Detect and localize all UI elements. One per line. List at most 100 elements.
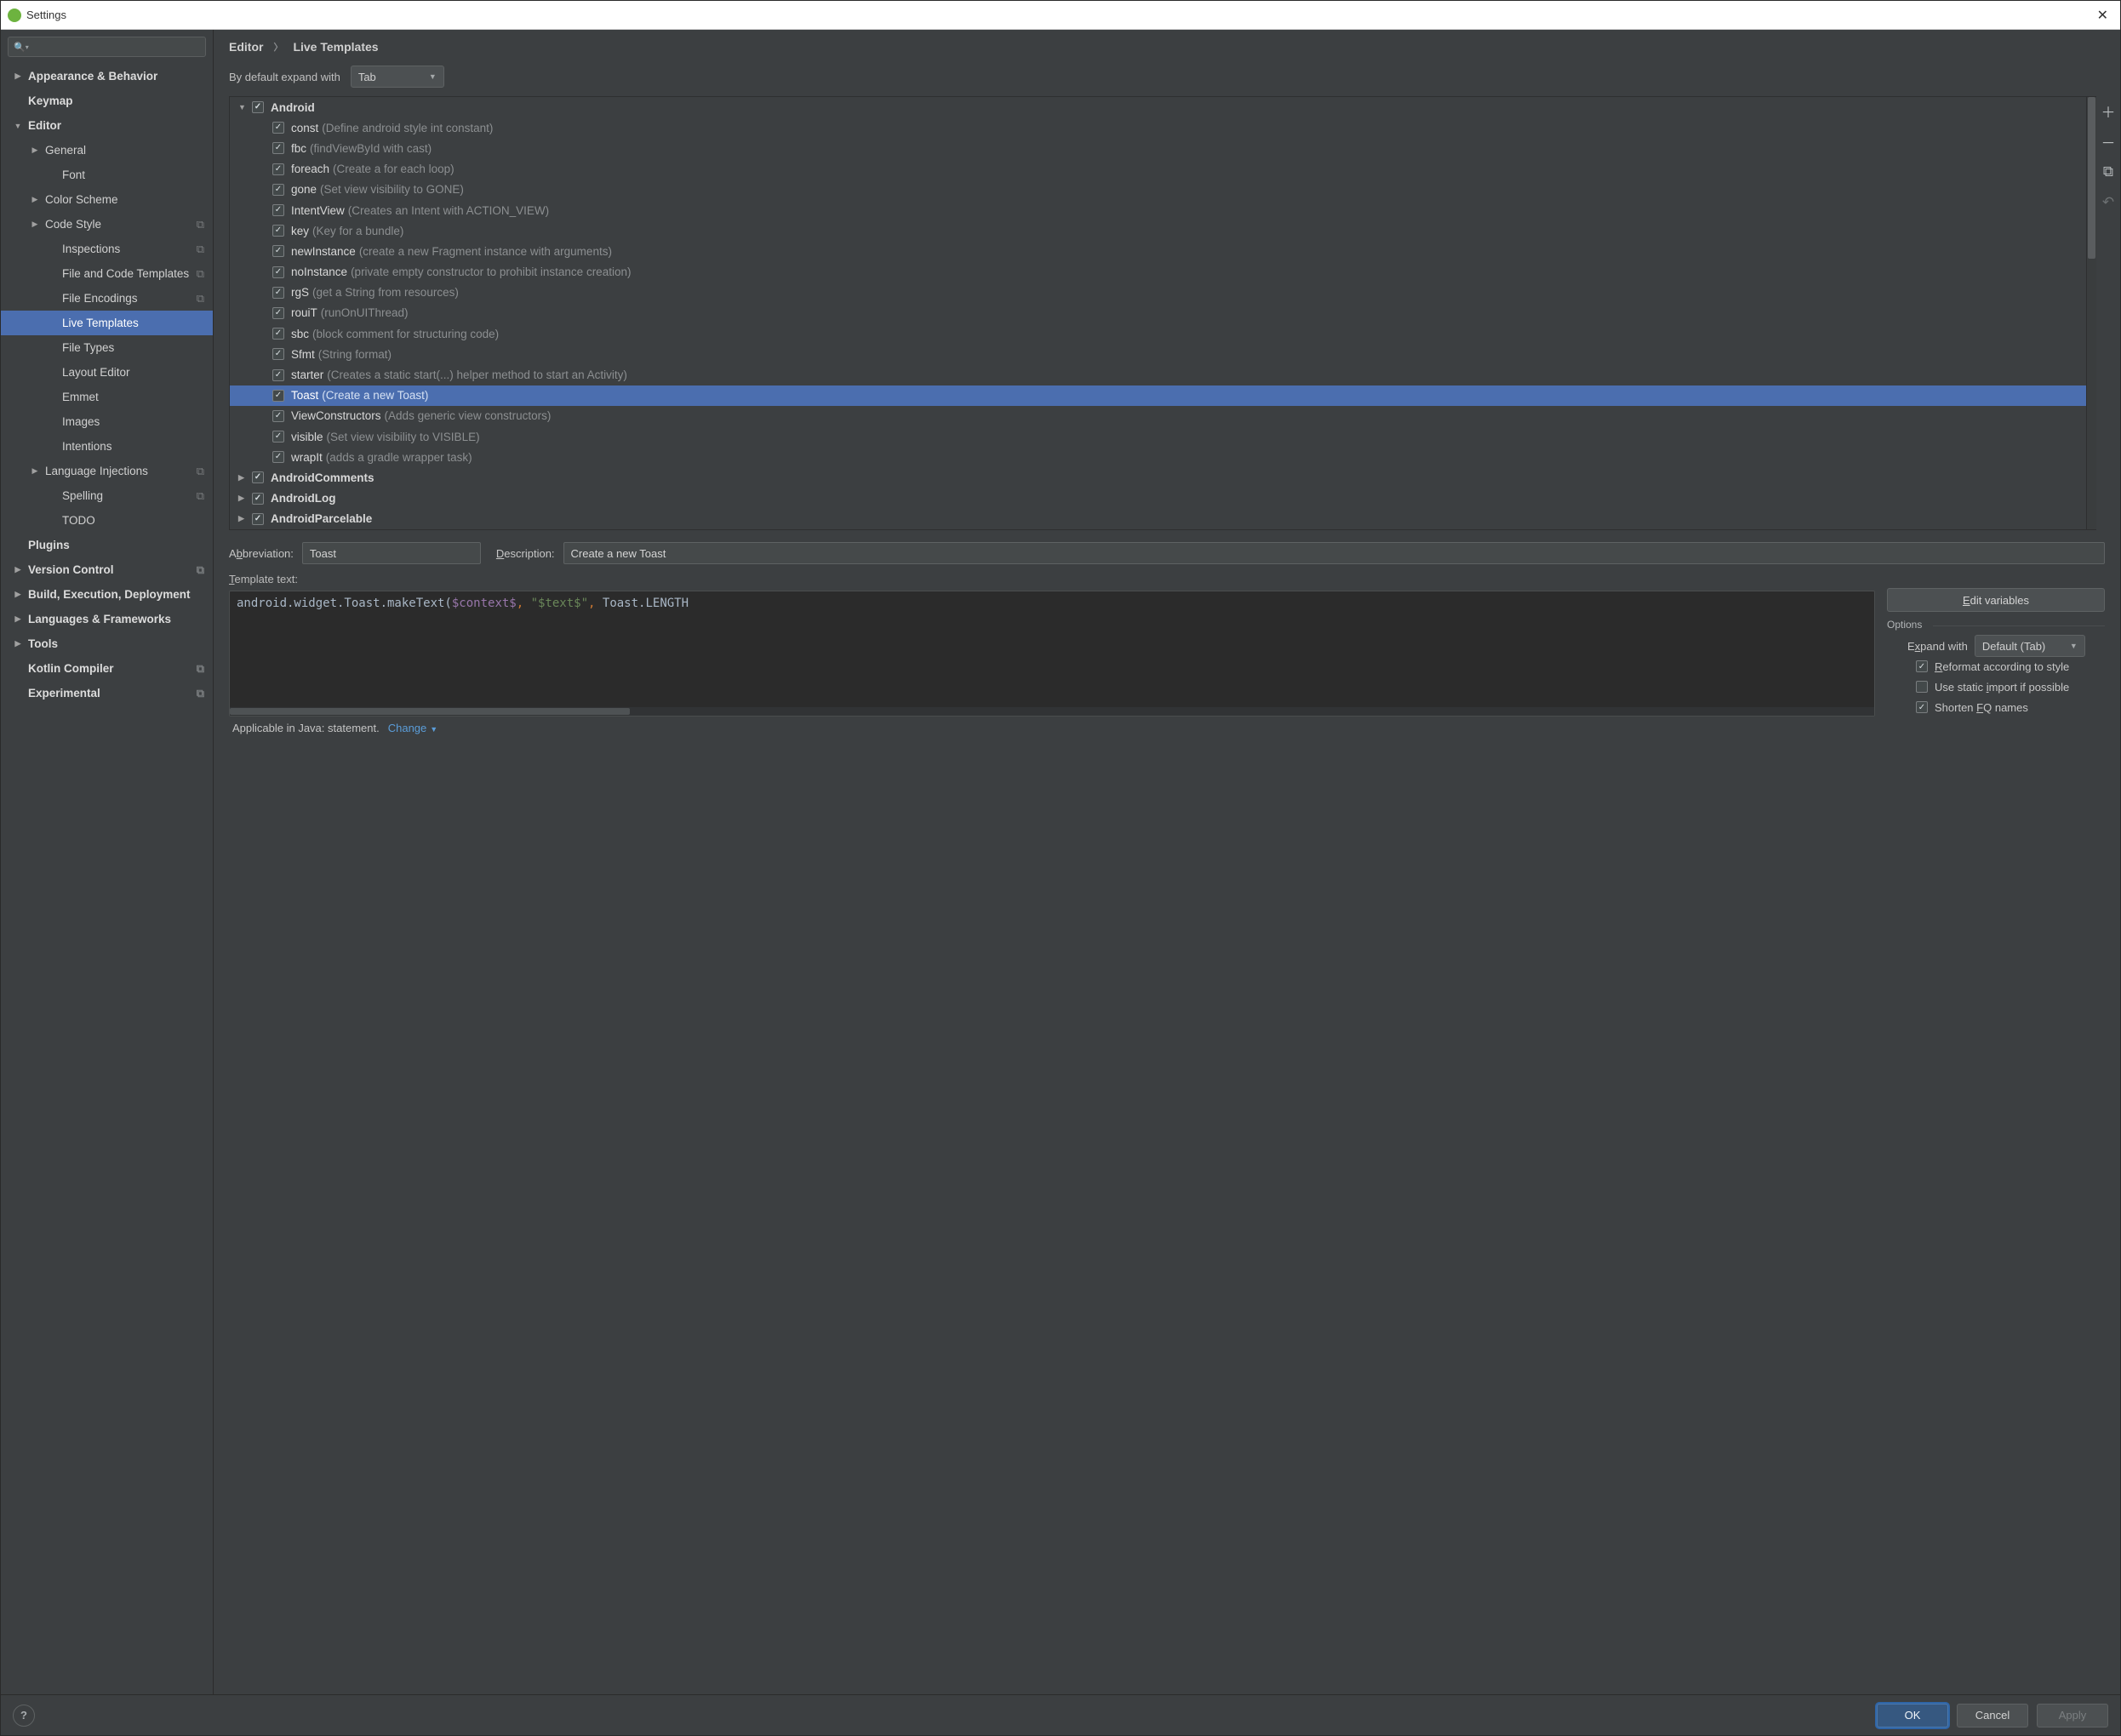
expand-default-combo[interactable]: Tab ▼ — [351, 66, 444, 88]
breadcrumb-parent[interactable]: Editor — [229, 40, 263, 54]
remove-icon[interactable]: － — [2099, 132, 2118, 151]
template-item[interactable]: visible (Set view visibility to VISIBLE) — [230, 426, 2096, 447]
sidebar-item[interactable]: ▶Language Injections⧉ — [1, 459, 213, 483]
sidebar-item[interactable]: ▶General — [1, 138, 213, 163]
template-group[interactable]: ▼Android — [230, 97, 2096, 117]
sidebar-item[interactable]: File Types — [1, 335, 213, 360]
sidebar-item[interactable]: Kotlin Compiler⧉ — [1, 656, 213, 681]
cancel-button[interactable]: Cancel — [1957, 1704, 2028, 1727]
copy-icon[interactable]: ⧉ — [2099, 163, 2118, 181]
group-checkbox[interactable] — [252, 101, 264, 113]
template-item[interactable]: starter (Creates a static start(...) hel… — [230, 364, 2096, 385]
sidebar-item[interactable]: File Encodings⧉ — [1, 286, 213, 311]
template-checkbox[interactable] — [272, 451, 284, 463]
template-checkbox[interactable] — [272, 410, 284, 422]
template-checkbox[interactable] — [272, 266, 284, 278]
sidebar-item[interactable]: TODO — [1, 508, 213, 533]
ok-button[interactable]: OK — [1877, 1704, 1948, 1727]
template-checkbox[interactable] — [272, 225, 284, 237]
revert-icon[interactable]: ↶ — [2099, 193, 2118, 212]
template-checkbox[interactable] — [272, 184, 284, 196]
sidebar-item[interactable]: ▶Build, Execution, Deployment — [1, 582, 213, 607]
template-item[interactable]: IntentView (Creates an Intent with ACTIO… — [230, 200, 2096, 220]
sidebar-item-label: Editor — [28, 119, 61, 132]
sidebar-item[interactable]: Inspections⧉ — [1, 237, 213, 261]
reformat-checkbox[interactable] — [1916, 660, 1928, 672]
expand-with-combo[interactable]: Default (Tab) ▼ — [1975, 635, 2085, 657]
template-checkbox[interactable] — [272, 204, 284, 216]
template-checkbox[interactable] — [272, 142, 284, 154]
abbreviation-field[interactable]: Toast — [302, 542, 481, 564]
template-item[interactable]: const (Define android style int constant… — [230, 117, 2096, 138]
template-checkbox[interactable] — [272, 163, 284, 175]
template-checkbox[interactable] — [272, 328, 284, 340]
sidebar-item[interactable]: Emmet — [1, 385, 213, 409]
template-group[interactable]: ▶AndroidLog — [230, 488, 2096, 509]
settings-tree[interactable]: ▶Appearance & Behavior Keymap ▼ Editor ▶Gen… — [1, 62, 213, 1694]
template-item[interactable]: fbc (findViewById with cast) — [230, 138, 2096, 158]
template-checkbox[interactable] — [272, 245, 284, 257]
window-title: Settings — [26, 9, 66, 21]
sidebar-item[interactable]: Plugins — [1, 533, 213, 557]
group-checkbox[interactable] — [252, 471, 264, 483]
scrollbar-horizontal[interactable] — [230, 707, 1874, 716]
sidebar-item[interactable]: ▶Color Scheme — [1, 187, 213, 212]
template-group[interactable]: ▶AndroidComments — [230, 467, 2096, 488]
sidebar-item[interactable]: ▶Version Control⧉ — [1, 557, 213, 582]
sidebar-item[interactable]: Layout Editor — [1, 360, 213, 385]
template-checkbox[interactable] — [272, 390, 284, 402]
template-item[interactable]: Toast (Create a new Toast) — [230, 385, 2096, 406]
sidebar-item[interactable]: Keymap — [1, 89, 213, 113]
sidebar-item[interactable]: Font — [1, 163, 213, 187]
edit-variables-button[interactable]: Edit variables — [1887, 588, 2105, 612]
template-checkbox[interactable] — [272, 369, 284, 381]
template-item[interactable]: noInstance (private empty constructor to… — [230, 262, 2096, 283]
sidebar-item[interactable]: File and Code Templates⧉ — [1, 261, 213, 286]
template-item[interactable]: ViewConstructors (Adds generic view cons… — [230, 406, 2096, 426]
template-item[interactable]: rgS (get a String from resources) — [230, 283, 2096, 303]
shorten-fq-checkbox[interactable] — [1916, 701, 1928, 713]
template-desc: (get a String from resources) — [312, 286, 459, 299]
sidebar-item[interactable]: Spelling⧉ — [1, 483, 213, 508]
search-input[interactable]: 🔍 ▾ — [8, 37, 206, 57]
template-text-editor[interactable]: android.widget.Toast.makeText($context$,… — [229, 591, 1875, 717]
apply-button[interactable]: Apply — [2037, 1704, 2108, 1727]
template-checkbox[interactable] — [272, 307, 284, 319]
template-checkbox[interactable] — [272, 122, 284, 134]
sidebar-item[interactable]: Intentions — [1, 434, 213, 459]
close-icon[interactable]: ✕ — [2092, 7, 2113, 24]
template-item[interactable]: Sfmt (String format) — [230, 344, 2096, 364]
sidebar-item[interactable]: ▶Code Style⧉ — [1, 212, 213, 237]
template-item[interactable]: key (Key for a bundle) — [230, 220, 2096, 241]
group-checkbox[interactable] — [252, 493, 264, 505]
help-button[interactable]: ? — [13, 1705, 35, 1727]
template-list[interactable]: ▼Androidconst (Define android style int … — [229, 96, 2096, 530]
template-item[interactable]: foreach (Create a for each loop) — [230, 159, 2096, 180]
sidebar-item[interactable]: ▼ Editor — [1, 113, 213, 138]
template-item[interactable]: gone (Set view visibility to GONE) — [230, 180, 2096, 200]
template-checkbox[interactable] — [272, 287, 284, 299]
chevron-down-icon: ▼ — [13, 122, 23, 130]
sidebar-item[interactable]: ▶Tools — [1, 631, 213, 656]
add-icon[interactable]: ＋ — [2099, 101, 2118, 120]
sidebar-item[interactable]: Images — [1, 409, 213, 434]
scrollbar-thumb[interactable] — [2088, 97, 2095, 259]
change-link[interactable]: Change▼ — [388, 722, 437, 734]
template-group[interactable]: ▶AndroidParcelable — [230, 509, 2096, 529]
template-item[interactable]: sbc (block comment for structuring code) — [230, 323, 2096, 344]
template-item[interactable]: newInstance (create a new Fragment insta… — [230, 241, 2096, 261]
template-checkbox[interactable] — [272, 348, 284, 360]
chevron-right-icon — [47, 418, 57, 426]
template-checkbox[interactable] — [272, 431, 284, 443]
sidebar-item[interactable]: ▶Appearance & Behavior — [1, 64, 213, 89]
scrollbar-vertical[interactable] — [2086, 97, 2096, 529]
sidebar-item[interactable]: Experimental⧉ — [1, 681, 213, 705]
template-item[interactable]: wrapIt (adds a gradle wrapper task) — [230, 447, 2096, 467]
description-field[interactable]: Create a new Toast — [563, 542, 2105, 564]
sidebar-item[interactable]: Live Templates — [1, 311, 213, 335]
group-checkbox[interactable] — [252, 513, 264, 525]
static-import-checkbox[interactable] — [1916, 681, 1928, 693]
template-item[interactable]: rouiT (runOnUIThread) — [230, 303, 2096, 323]
sidebar-item[interactable]: ▶Languages & Frameworks — [1, 607, 213, 631]
scrollbar-thumb[interactable] — [230, 708, 630, 715]
